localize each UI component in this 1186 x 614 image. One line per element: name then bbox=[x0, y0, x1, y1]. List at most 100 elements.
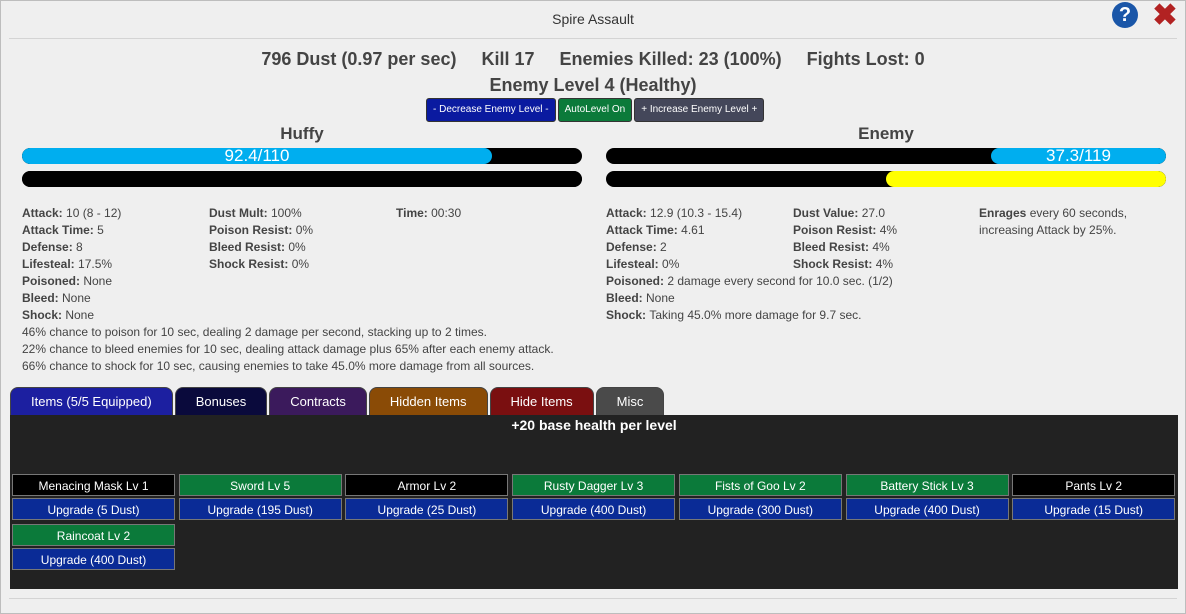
spire-assault-window: Spire Assault ? ✖ 796 Dust (0.97 per sec… bbox=[0, 0, 1186, 614]
enemy-health-text: 37.3/119 bbox=[1046, 148, 1111, 164]
enemy-level: Enemy Level 4 (Healthy) bbox=[489, 75, 697, 95]
window-title: Spire Assault bbox=[552, 11, 634, 27]
upgrade-button[interactable]: Upgrade (5 Dust) bbox=[12, 498, 175, 520]
increase-level-button[interactable]: + Increase Enemy Level + bbox=[634, 98, 765, 122]
upgrade-button[interactable]: Upgrade (195 Dust) bbox=[178, 498, 342, 520]
stat-value: 4% bbox=[872, 240, 890, 254]
stat-value: None bbox=[62, 291, 91, 305]
stat-label: Shock Resist: bbox=[209, 257, 292, 271]
item-name[interactable]: Battery Stick Lv 3 bbox=[845, 474, 1009, 496]
upgrade-button[interactable]: Upgrade (400 Dust) bbox=[845, 498, 1009, 520]
tab-misc[interactable]: Misc bbox=[595, 387, 665, 415]
item-card: Sword Lv 5 Upgrade (195 Dust) bbox=[178, 474, 342, 520]
tab-hidden-items[interactable]: Hidden Items bbox=[368, 387, 488, 415]
stat-label: Bleed Resist: bbox=[209, 240, 289, 254]
fights-lost: Fights Lost: 0 bbox=[806, 49, 925, 69]
stat-value: 4% bbox=[879, 223, 898, 237]
enemy-name: Enemy bbox=[858, 124, 914, 143]
player-health-bar: 92.4/110 bbox=[22, 148, 582, 164]
item-name[interactable]: Rusty Dagger Lv 3 bbox=[512, 474, 676, 496]
stat-value: 8 bbox=[76, 240, 83, 254]
ability-note: 66% chance to shock for 10 sec, causing … bbox=[22, 359, 535, 373]
autolevel-toggle[interactable]: AutoLevel On bbox=[557, 98, 633, 122]
stat-value: 4% bbox=[875, 257, 894, 271]
stat-label: Lifesteal: bbox=[606, 257, 663, 271]
stat-label: Poison Resist: bbox=[793, 223, 880, 237]
player-attack-bar bbox=[22, 171, 582, 187]
player-stat-row: Attack Time: 5 bbox=[22, 222, 121, 239]
player-stat-row: Poison Resist: 0% bbox=[209, 222, 313, 239]
kill-counter: Kill 17 bbox=[481, 49, 535, 69]
item-card: Armor Lv 2 Upgrade (25 Dust) bbox=[345, 474, 509, 520]
level-controls: - Decrease Enemy Level - AutoLevel On + … bbox=[426, 98, 765, 122]
item-card: Menacing Mask Lv 1 Upgrade (5 Dust) bbox=[12, 474, 175, 520]
tab-bonuses[interactable]: Bonuses bbox=[174, 387, 268, 415]
player-stats-col1: Attack: 10 (8 - 12) Attack Time: 5 Defense… bbox=[22, 205, 121, 324]
stat-value: 27.0 bbox=[861, 206, 886, 220]
stat-label: Poisoned: bbox=[22, 274, 84, 288]
enemy-stat-row: Bleed Resist: 4% bbox=[793, 239, 897, 256]
enemy-stat-row: Shock Resist: 4% bbox=[793, 256, 897, 273]
stat-label: Attack Time: bbox=[22, 223, 98, 237]
decrease-level-button[interactable]: - Decrease Enemy Level - bbox=[426, 98, 556, 122]
item-card: Raincoat Lv 2 Upgrade (400 Dust) bbox=[12, 524, 175, 570]
stat-label: Dust Value: bbox=[793, 206, 862, 220]
item-card: Pants Lv 2 Upgrade (15 Dust) bbox=[1012, 474, 1176, 520]
close-icon[interactable]: ✖ bbox=[1151, 1, 1179, 31]
stat-label: Bleed: bbox=[22, 291, 63, 305]
player-stats-col3: Time: 00:30 bbox=[396, 205, 461, 222]
stat-value: 0% bbox=[295, 223, 314, 237]
player-stat-row: Lifesteal: 17.5% bbox=[22, 256, 121, 273]
upgrade-button[interactable]: Upgrade (15 Dust) bbox=[1012, 498, 1176, 520]
player-stat-row: Defense: 8 bbox=[22, 239, 121, 256]
player-name: Huffy bbox=[280, 124, 324, 143]
item-name[interactable]: Sword Lv 5 bbox=[178, 474, 342, 496]
stat-label: Shock: bbox=[606, 308, 650, 322]
ability-note: 22% chance to bleed enemies for 10 sec, … bbox=[22, 342, 554, 356]
stat-value: 2 bbox=[660, 240, 667, 254]
stat-value: None bbox=[646, 291, 675, 305]
item-name[interactable]: Raincoat Lv 2 bbox=[12, 524, 175, 546]
title-divider bbox=[9, 38, 1177, 39]
stat-label: Lifesteal: bbox=[22, 257, 79, 271]
player-stat-row: Poisoned: None bbox=[22, 273, 121, 290]
player-notes: 46% chance to poison for 10 sec, dealing… bbox=[22, 324, 582, 375]
stat-label: Bleed Resist: bbox=[793, 240, 873, 254]
help-icon[interactable]: ? bbox=[1112, 2, 1138, 28]
player-stats-col2: Dust Mult: 100% Poison Resist: 0% Bleed Re… bbox=[209, 205, 313, 273]
stat-value: None bbox=[83, 274, 113, 288]
stat-value: 0% bbox=[662, 257, 680, 271]
upgrade-button[interactable]: Upgrade (300 Dust) bbox=[678, 498, 842, 520]
tab-items-5-5-equipped[interactable]: Items (5/5 Equipped) bbox=[10, 387, 173, 415]
item-name[interactable]: Armor Lv 2 bbox=[345, 474, 509, 496]
stat-label: Poisoned: bbox=[606, 274, 668, 288]
stat-value: Taking 45.0% more damage for 9.7 sec. bbox=[649, 308, 862, 322]
bottom-divider bbox=[9, 598, 1177, 599]
enemy-enrage-info: Enrages every 60 seconds, increasing Att… bbox=[979, 205, 1159, 239]
player-stat-row: Time: 00:30 bbox=[396, 205, 461, 222]
stat-value: 0% bbox=[291, 257, 310, 271]
stat-value: 12.9 (10.3 - 15.4) bbox=[650, 206, 743, 220]
enemy-stat-row: Dust Value: 27.0 bbox=[793, 205, 897, 222]
upgrade-button[interactable]: Upgrade (400 Dust) bbox=[12, 548, 175, 570]
enemy-attack-bar bbox=[606, 171, 1166, 187]
tab-bar: Items (5/5 Equipped) Bonuses Contracts Hidd… bbox=[10, 387, 665, 415]
tab-contracts[interactable]: Contracts bbox=[269, 387, 367, 415]
player-stat-row: Bleed Resist: 0% bbox=[209, 239, 313, 256]
enemy-stats-col2: Dust Value: 27.0 Poison Resist: 4% Bleed R… bbox=[793, 205, 897, 273]
stat-label: Shock Resist: bbox=[793, 257, 876, 271]
item-name[interactable]: Menacing Mask Lv 1 bbox=[12, 474, 175, 496]
tab-hide-items[interactable]: Hide Items bbox=[489, 387, 594, 415]
player-stat-row: Bleed: None bbox=[22, 290, 121, 307]
item-name[interactable]: Fists of Goo Lv 2 bbox=[678, 474, 842, 496]
upgrade-button[interactable]: Upgrade (25 Dust) bbox=[345, 498, 509, 520]
upgrade-button[interactable]: Upgrade (400 Dust) bbox=[512, 498, 676, 520]
item-card: Battery Stick Lv 3 Upgrade (400 Dust) bbox=[845, 474, 1009, 520]
stat-value: 4.61 bbox=[681, 223, 705, 237]
stat-value: 17.5% bbox=[78, 257, 113, 271]
enemy-health-bar: 37.3/119 bbox=[606, 148, 1166, 164]
item-name[interactable]: Pants Lv 2 bbox=[1012, 474, 1176, 496]
enemy-stat-row: Poisoned: 2 damage every second for 10.0… bbox=[606, 273, 893, 290]
enemy-stat-row: Shock: Taking 45.0% more damage for 9.7 … bbox=[606, 307, 893, 324]
stat-value: 5 bbox=[97, 223, 104, 237]
